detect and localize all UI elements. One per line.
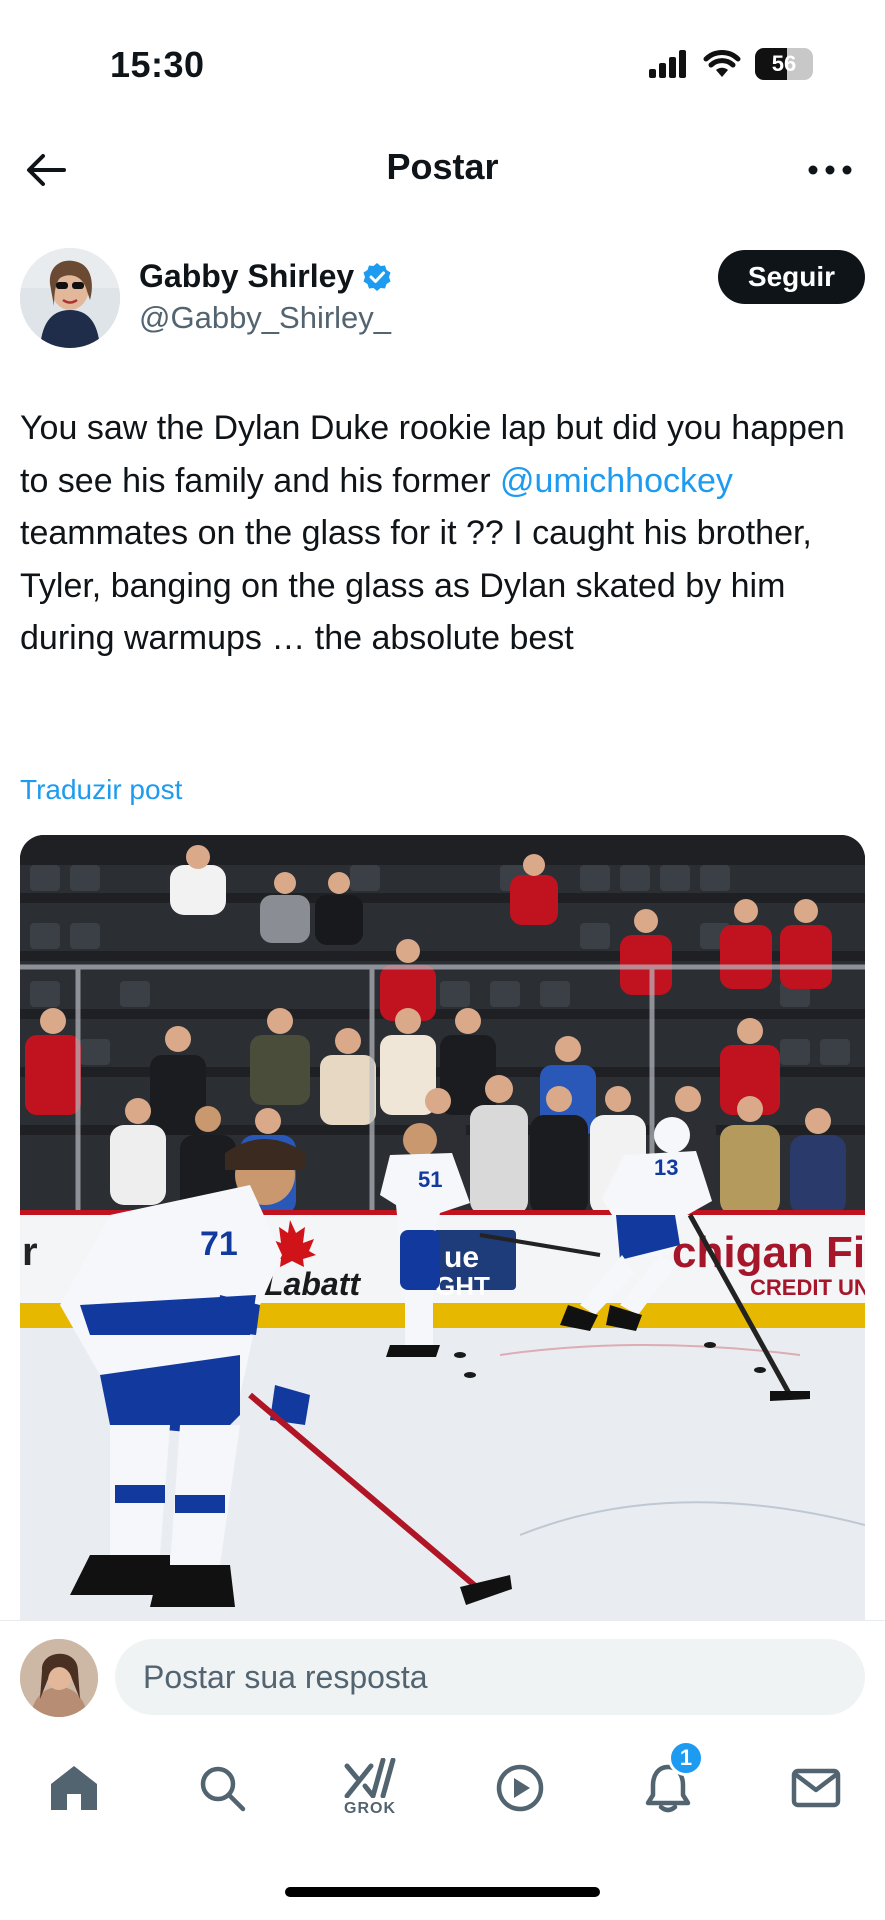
tab-grok[interactable]: GROK [340,1758,400,1818]
grok-label: GROK [344,1800,396,1817]
jersey-number-3: 13 [654,1155,678,1180]
more-horizontal-icon [808,165,852,175]
author-name[interactable]: Gabby Shirley [139,258,354,295]
jersey-number-2: 51 [418,1167,442,1192]
status-icons: 56 [649,48,813,80]
battery-percent: 56 [771,51,797,76]
post-header: Postar [0,130,885,210]
jersey-number-1: 71 [200,1225,238,1263]
signal-icon [649,50,686,78]
hockey-photo: r Labatt ue GHT chigan Firs CREDIT UNI 5… [20,835,865,1620]
post-text: You saw the Dylan Duke rookie lap but di… [20,402,865,665]
board-text-labatt: Labatt [264,1266,361,1302]
author-row: Gabby Shirley @Gabby_Shirley_ Seguir [20,248,865,350]
post-image[interactable]: r Labatt ue GHT chigan Firs CREDIT UNI 5… [20,835,865,1620]
avatar-image [20,248,120,348]
mail-icon [791,1768,841,1808]
current-user-avatar[interactable] [20,1639,98,1717]
play-circle-icon [496,1764,544,1812]
tab-home[interactable] [44,1758,104,1818]
battery: 56 [755,48,813,80]
reply-input[interactable]: Postar sua resposta [115,1639,865,1715]
tab-search[interactable] [192,1758,252,1818]
author-avatar[interactable] [20,248,120,348]
tab-notifications[interactable]: 1 [638,1740,704,1818]
more-button[interactable] [805,152,855,188]
bottom-tab-bar: GROK 1 [0,1730,885,1840]
search-icon [200,1766,246,1812]
home-icon [51,1766,97,1810]
status-bar: 15:30 56 [0,0,885,130]
translate-post-link[interactable]: Traduzir post [20,774,182,806]
tab-messages[interactable] [786,1758,846,1818]
wifi-icon [703,50,741,77]
board-text-blue-2: GHT [435,1271,490,1301]
tab-video[interactable] [490,1758,550,1818]
page-title: Postar [386,146,499,187]
author-handle[interactable]: @Gabby_Shirley_ [139,300,391,336]
board-text-right-2: CREDIT UNI [750,1275,865,1300]
author-name-row: Gabby Shirley [139,258,392,295]
notification-badge: 1 [668,1740,704,1776]
board-text-left: r [22,1230,38,1274]
current-user-avatar-image [20,1639,98,1717]
battery-icon: 56 [755,48,813,80]
status-time: 15:30 [110,44,205,85]
grok-icon [344,1758,396,1798]
home-indicator[interactable] [285,1887,600,1897]
verified-badge-icon [363,262,391,291]
board-text-blue-1: ue [444,1241,479,1274]
follow-button[interactable]: Seguir [718,250,865,304]
post-text-part-2: teammates on the glass for it ?? I caugh… [20,514,812,657]
reply-bar: Postar sua resposta [0,1620,885,1730]
mention-link[interactable]: @umichhockey [500,462,733,500]
